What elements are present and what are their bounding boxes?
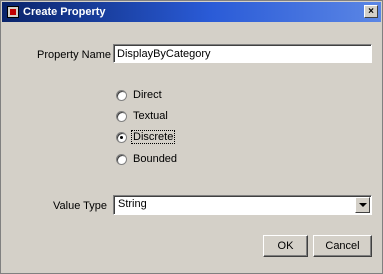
close-icon: × — [368, 6, 374, 17]
chevron-down-icon[interactable] — [355, 197, 370, 213]
cancel-button[interactable]: Cancel — [313, 235, 372, 257]
radio-direct[interactable]: Direct — [116, 89, 163, 101]
radio-button-discrete[interactable] — [116, 131, 127, 143]
property-name-label: Property Name — [37, 49, 111, 61]
close-button[interactable]: × — [364, 5, 378, 18]
create-property-dialog: Create Property × Property Name DisplayB… — [0, 0, 383, 274]
property-name-input[interactable]: DisplayByCategory — [113, 44, 372, 63]
radio-button-direct[interactable] — [116, 89, 127, 101]
radio-label-textual: Textual — [133, 110, 168, 122]
radio-textual[interactable]: Textual — [116, 110, 169, 122]
radio-bounded[interactable]: Bounded — [116, 153, 178, 165]
radio-discrete[interactable]: Discrete — [116, 130, 176, 144]
radio-button-bounded[interactable] — [116, 153, 127, 165]
radio-label-discrete: Discrete — [130, 130, 176, 144]
title-bar[interactable]: Create Property × — [2, 2, 381, 22]
app-icon — [7, 6, 19, 18]
radio-label-bounded: Bounded — [133, 153, 178, 165]
ok-button[interactable]: OK — [263, 235, 308, 257]
value-type-select[interactable]: String — [113, 195, 372, 215]
radio-label-direct: Direct — [133, 89, 162, 101]
radio-button-textual[interactable] — [116, 110, 127, 122]
value-type-selected: String — [118, 198, 147, 210]
value-type-label: Value Type — [53, 200, 108, 212]
window-title: Create Property — [23, 6, 106, 18]
